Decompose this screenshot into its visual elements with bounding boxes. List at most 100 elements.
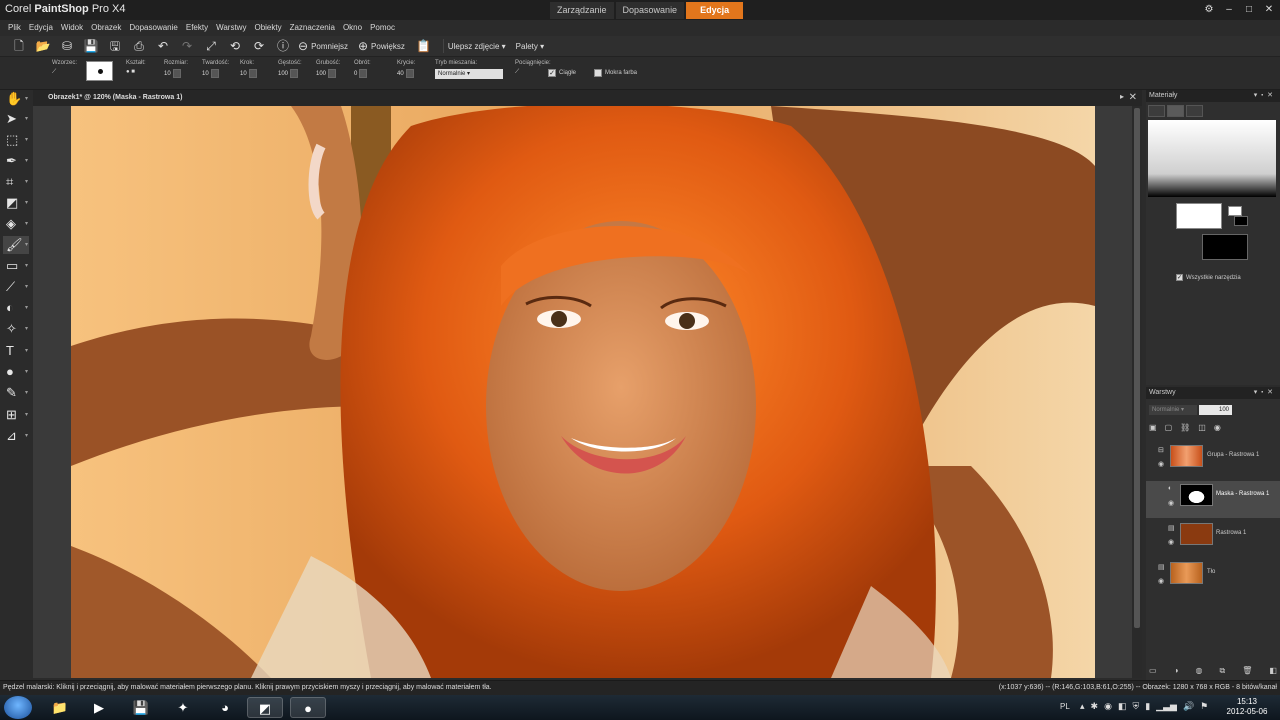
network-icon[interactable]: ◧ (1118, 701, 1127, 712)
blend-mode-select[interactable]: Normalnie ▾ (435, 69, 503, 79)
open-folder-icon[interactable]: 📂 (34, 38, 52, 55)
warp-tool-icon[interactable]: ⊞ (3, 406, 29, 424)
layer-row-group[interactable]: ⊟ ◉ Grupa - Rastrowa 1 (1146, 442, 1280, 479)
paintshop-taskbar-icon[interactable]: ◩ (247, 697, 283, 718)
layer-style-icon[interactable]: ◍ (1195, 666, 1202, 678)
ellipse-tool-icon[interactable]: ● (3, 363, 29, 381)
menu-help[interactable]: Pomoc (366, 20, 399, 36)
rotate-left-icon[interactable]: ⟲ (226, 38, 244, 55)
menu-window[interactable]: Okno (339, 20, 366, 36)
duplicate-layer-icon[interactable]: ⧉ (1219, 666, 1225, 678)
color-gradient-picker[interactable] (1148, 120, 1276, 197)
print-icon[interactable]: ⎙ (130, 38, 148, 55)
layer-row-raster[interactable]: ▤ ◉ Rastrowa 1 (1146, 520, 1280, 557)
browse-icon[interactable]: ⛁ (58, 38, 76, 55)
crop-tool-icon[interactable]: ⌗ (3, 173, 29, 191)
menu-objects[interactable]: Obiekty (250, 20, 285, 36)
zoom-out-button[interactable]: ⊖ Pomniejsz (298, 39, 348, 53)
tray-app-icon[interactable]: ◉ (1104, 701, 1112, 712)
size-option[interactable]: Rozmiar: 10 (164, 60, 188, 78)
paste-icon[interactable]: 📋 (415, 38, 433, 55)
document-tab[interactable]: Obrazek1* @ 120% (Maska - Rastrowa 1) ▸ … (33, 90, 1142, 106)
thickness-option[interactable]: Grubość: 100 (316, 60, 340, 78)
density-value[interactable]: 100 (278, 71, 288, 77)
layer-properties-icon[interactable]: ◧ (1269, 666, 1277, 678)
panel-controls-icon[interactable]: ▾⬝✕ (1254, 90, 1277, 102)
minimize-button[interactable]: – (1222, 3, 1236, 16)
layer-row-mask[interactable]: ◐ ◉ Maska - Rastrowa 1 (1146, 481, 1280, 518)
eye-icon[interactable]: ◉ (1168, 499, 1174, 507)
undo-icon[interactable]: ↶ (154, 38, 172, 55)
menu-effects[interactable]: Efekty (182, 20, 212, 36)
layer-blend-select[interactable]: Normalnie ▾ (1149, 405, 1197, 415)
enhance-photo-dropdown[interactable]: Ulepsz zdjęcie ▾ (448, 42, 506, 51)
resize-icon[interactable]: ⤢ (202, 38, 220, 55)
info-icon[interactable]: ⓘ (274, 38, 292, 55)
tab-manage[interactable]: Zarządzanie (550, 2, 614, 19)
document-menu-icon[interactable]: ▸ (1120, 92, 1124, 101)
tray-expand-icon[interactable]: ▴ (1080, 701, 1085, 712)
start-button[interactable] (4, 696, 32, 719)
firefox-icon[interactable]: ◕ (207, 697, 243, 718)
redo-icon[interactable]: ↷ (178, 38, 196, 55)
floppy-app-icon[interactable]: 💾 (123, 697, 159, 718)
new-file-icon[interactable]: 🗋 (10, 38, 28, 55)
menu-image[interactable]: Obrazek (87, 20, 125, 36)
flag-icon[interactable]: ⚑ (1200, 701, 1208, 712)
continuous-checkbox[interactable]: ✓ Ciągłe (548, 69, 576, 77)
green-app-icon[interactable]: ● (290, 697, 326, 718)
size-spinner[interactable] (172, 69, 181, 78)
menu-layers[interactable]: Warstwy (212, 20, 250, 36)
pen-tool-icon[interactable]: ✎ (3, 384, 29, 402)
menu-edit[interactable]: Edycja (25, 20, 57, 36)
foreground-color-swatch[interactable] (1176, 203, 1222, 229)
foreground-material-swatch[interactable] (1228, 206, 1242, 216)
thickness-value[interactable]: 100 (316, 71, 326, 77)
tab-swatches[interactable] (1167, 105, 1184, 117)
stroke-icon[interactable]: ⟋ (515, 69, 551, 76)
pan-tool-icon[interactable]: ✋ (3, 90, 29, 108)
eraser-tool-icon[interactable]: ▭ (3, 257, 29, 275)
save-icon[interactable]: 💾 (82, 38, 100, 55)
new-layer-icon[interactable]: ▭ (1149, 666, 1157, 678)
settings-icon[interactable]: ⚙ (1202, 3, 1216, 16)
density-option[interactable]: Gęstość: 100 (278, 60, 302, 78)
security-icon[interactable]: ⛨ (1132, 701, 1139, 712)
tab-rainbow[interactable] (1186, 105, 1203, 117)
opacity-spinner[interactable] (405, 69, 414, 78)
rotation-spinner[interactable] (359, 69, 368, 78)
step-value[interactable]: 10 (240, 71, 247, 77)
rotation-option[interactable]: Obrót: 0 (354, 60, 371, 78)
volume-icon[interactable]: 🔊 (1183, 701, 1194, 712)
eye-icon[interactable]: ◉ (1158, 577, 1164, 585)
text-tool-icon[interactable]: T (3, 342, 29, 360)
layer-group-icon[interactable]: ◫ (1198, 423, 1206, 435)
layer-row-background[interactable]: ▤ ◉ Tło (1146, 559, 1280, 596)
step-spinner[interactable] (248, 69, 257, 78)
menu-file[interactable]: Plik (4, 20, 25, 36)
vertical-scrollbar[interactable] (1132, 106, 1142, 678)
photo-canvas[interactable] (71, 106, 1095, 678)
menu-adjust[interactable]: Dopasowanie (125, 20, 181, 36)
hardness-value[interactable]: 10 (202, 71, 209, 77)
red-eye-tool-icon[interactable]: ◈ (3, 215, 29, 233)
paint-brush-tool-icon[interactable]: 🖌 (3, 236, 29, 254)
save-as-icon[interactable]: 🖫 (106, 38, 124, 55)
raster-icon[interactable]: ▤ (1168, 524, 1175, 532)
language-indicator[interactable]: PL (1060, 702, 1070, 711)
eye-icon[interactable]: ◉ (1168, 538, 1174, 546)
wet-paint-checkbox[interactable]: Mokra farba (594, 69, 637, 77)
layer-opacity-field[interactable]: 100 (1199, 405, 1232, 415)
selection-tool-icon[interactable]: ⬚ (3, 131, 29, 149)
battery-icon[interactable]: ▮ (1145, 701, 1150, 712)
explorer-icon[interactable]: 📁 (42, 697, 78, 718)
layer-expand-icon[interactable]: ⊟ (1158, 446, 1164, 454)
hardness-option[interactable]: Twardość: 10 (202, 60, 229, 78)
media-player-icon[interactable]: ▶ (81, 697, 117, 718)
step-option[interactable]: Krok: 10 (240, 60, 257, 78)
eye-icon[interactable]: ◉ (1158, 460, 1164, 468)
scrollbar-thumb[interactable] (1134, 108, 1140, 628)
brush-preset-swatch[interactable] (86, 61, 113, 81)
rotate-right-icon[interactable]: ⟳ (250, 38, 268, 55)
tab-color-picker[interactable] (1148, 105, 1165, 117)
